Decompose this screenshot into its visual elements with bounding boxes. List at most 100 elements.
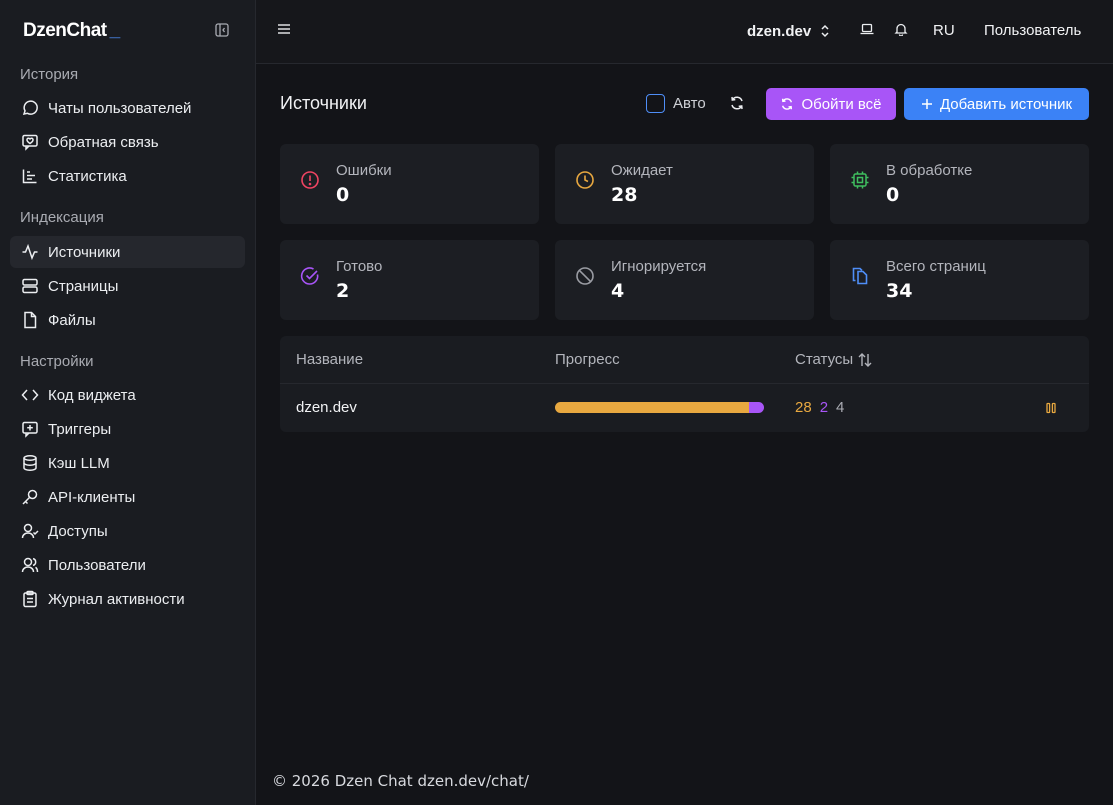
stat-card-ignored: Игнорируется 4 xyxy=(555,240,814,320)
database-icon xyxy=(21,454,39,472)
alert-circle-icon xyxy=(300,170,320,190)
key-icon xyxy=(21,488,39,506)
sidebar-item-label: Обратная связь xyxy=(48,133,159,151)
refresh-icon xyxy=(780,97,801,111)
clock-icon xyxy=(575,170,595,190)
sidebar-item-label: Статистика xyxy=(48,167,127,185)
sidebar-item-label: Кэш LLM xyxy=(48,454,110,472)
pause-icon[interactable] xyxy=(1044,401,1058,415)
clipboard-icon xyxy=(21,590,39,608)
sidebar-item-llm-cache[interactable]: Кэш LLM xyxy=(10,447,245,479)
stat-card-waiting: Ожидает 28 xyxy=(555,144,814,224)
stat-value: 0 xyxy=(336,184,350,206)
server-icon xyxy=(21,277,39,295)
code-icon xyxy=(21,386,39,404)
sidebar-item-user-chats[interactable]: Чаты пользователей xyxy=(10,92,245,124)
sidebar-item-label: Страницы xyxy=(48,277,119,295)
sidebar-item-pages[interactable]: Страницы xyxy=(10,270,245,302)
stat-label: Всего страниц xyxy=(886,258,986,275)
logo-text: DzenChat xyxy=(23,20,107,41)
page-title: Источники xyxy=(280,93,367,113)
stat-card-processing: В обработке 0 xyxy=(830,144,1089,224)
menu-icon[interactable] xyxy=(277,22,291,36)
sidebar-item-activity-log[interactable]: Журнал активности xyxy=(10,583,245,615)
app-logo[interactable]: DzenChat _ xyxy=(23,20,120,42)
domain-select[interactable]: dzen.dev xyxy=(747,20,831,42)
column-header-statuses-label: Статусы xyxy=(795,351,854,368)
refresh-icon[interactable] xyxy=(729,95,745,111)
laptop-icon[interactable] xyxy=(860,22,874,36)
column-header-statuses[interactable]: Статусы xyxy=(795,351,873,368)
bell-icon[interactable] xyxy=(894,22,908,36)
column-header-progress: Прогресс xyxy=(555,351,620,368)
column-header-name[interactable]: Название xyxy=(296,351,363,368)
sidebar-item-api-clients[interactable]: API-клиенты xyxy=(10,481,245,513)
checkbox-box[interactable] xyxy=(646,94,665,113)
stat-label: Ошибки xyxy=(336,162,392,179)
auto-checkbox[interactable]: Авто xyxy=(646,94,706,113)
user-access-icon xyxy=(21,522,39,540)
nav-section-settings: Настройки xyxy=(20,353,94,370)
progress-segment-waiting xyxy=(555,402,750,413)
sidebar-item-label: API-клиенты xyxy=(48,488,136,506)
sidebar-item-statistics[interactable]: Статистика xyxy=(10,160,245,192)
add-source-button[interactable]: Добавить источник xyxy=(904,88,1089,120)
sidebar-item-label: Доступы xyxy=(48,522,108,540)
sidebar-collapse-icon[interactable] xyxy=(215,23,231,39)
add-source-label: Добавить источник xyxy=(939,95,1073,113)
stat-value: 0 xyxy=(886,184,900,206)
ban-icon xyxy=(575,266,595,286)
plus-icon xyxy=(921,98,940,110)
status-counts: 28 2 4 xyxy=(795,399,844,416)
sidebar-item-label: Код виджета xyxy=(48,386,136,404)
sidebar-item-label: Чаты пользователей xyxy=(48,99,192,117)
table-row[interactable]: dzen.dev 28 2 4 xyxy=(280,384,1089,432)
sidebar-item-sources[interactable]: Источники xyxy=(10,236,245,268)
progress-segment-done xyxy=(749,402,764,413)
stat-card-errors: Ошибки 0 xyxy=(280,144,539,224)
user-menu[interactable]: Пользователь xyxy=(984,22,1081,39)
sidebar-item-files[interactable]: Файлы xyxy=(10,304,245,336)
source-name[interactable]: dzen.dev xyxy=(296,399,357,416)
stat-card-done: Готово 2 xyxy=(280,240,539,320)
users-icon xyxy=(21,556,39,574)
stat-label: Ожидает xyxy=(611,162,673,179)
status-count-waiting: 28 xyxy=(795,399,812,416)
check-circle-icon xyxy=(300,266,320,286)
chart-icon xyxy=(21,167,39,185)
nav-section-history: История xyxy=(20,66,79,83)
sidebar-item-triggers[interactable]: Триггеры xyxy=(10,413,245,445)
progress-bar xyxy=(555,402,764,413)
sidebar-item-label: Пользователи xyxy=(48,556,146,574)
sidebar-item-access[interactable]: Доступы xyxy=(10,515,245,547)
auto-label: Авто xyxy=(673,95,706,112)
status-count-done: 2 xyxy=(819,399,829,416)
sidebar: DzenChat _ История Чаты пользователей Обр… xyxy=(0,0,256,805)
chat-icon xyxy=(21,99,39,117)
trigger-icon xyxy=(21,420,39,438)
stat-label: В обработке xyxy=(886,162,973,179)
chevron-up-down-icon xyxy=(811,24,831,38)
status-count-ignored: 4 xyxy=(836,399,845,416)
language-switch[interactable]: RU xyxy=(933,22,955,39)
sidebar-item-label: Журнал активности xyxy=(48,590,185,608)
domain-select-value: dzen.dev xyxy=(747,22,812,40)
footer: © 2026 Dzen Chat dzen.dev/chat/ xyxy=(272,772,529,790)
file-icon xyxy=(21,311,39,329)
activity-icon xyxy=(21,243,39,261)
sidebar-item-label: Источники xyxy=(48,243,121,261)
stat-label: Готово xyxy=(336,258,383,275)
crawl-all-button[interactable]: Обойти всё xyxy=(766,88,896,120)
sidebar-item-label: Файлы xyxy=(48,311,96,329)
sort-icon xyxy=(853,352,873,368)
sources-table: Название Прогресс Статусы dzen.dev 28 2 … xyxy=(280,336,1089,432)
stat-value: 2 xyxy=(336,280,350,302)
sidebar-item-users[interactable]: Пользователи xyxy=(10,549,245,581)
stat-card-total-pages: Всего страниц 34 xyxy=(830,240,1089,320)
copy-icon xyxy=(850,266,870,286)
cpu-icon xyxy=(850,170,870,190)
sidebar-item-widget-code[interactable]: Код виджета xyxy=(10,379,245,411)
nav-section-indexing: Индексация xyxy=(20,209,104,226)
sidebar-item-feedback[interactable]: Обратная связь xyxy=(10,126,245,158)
stat-value: 34 xyxy=(886,280,913,302)
